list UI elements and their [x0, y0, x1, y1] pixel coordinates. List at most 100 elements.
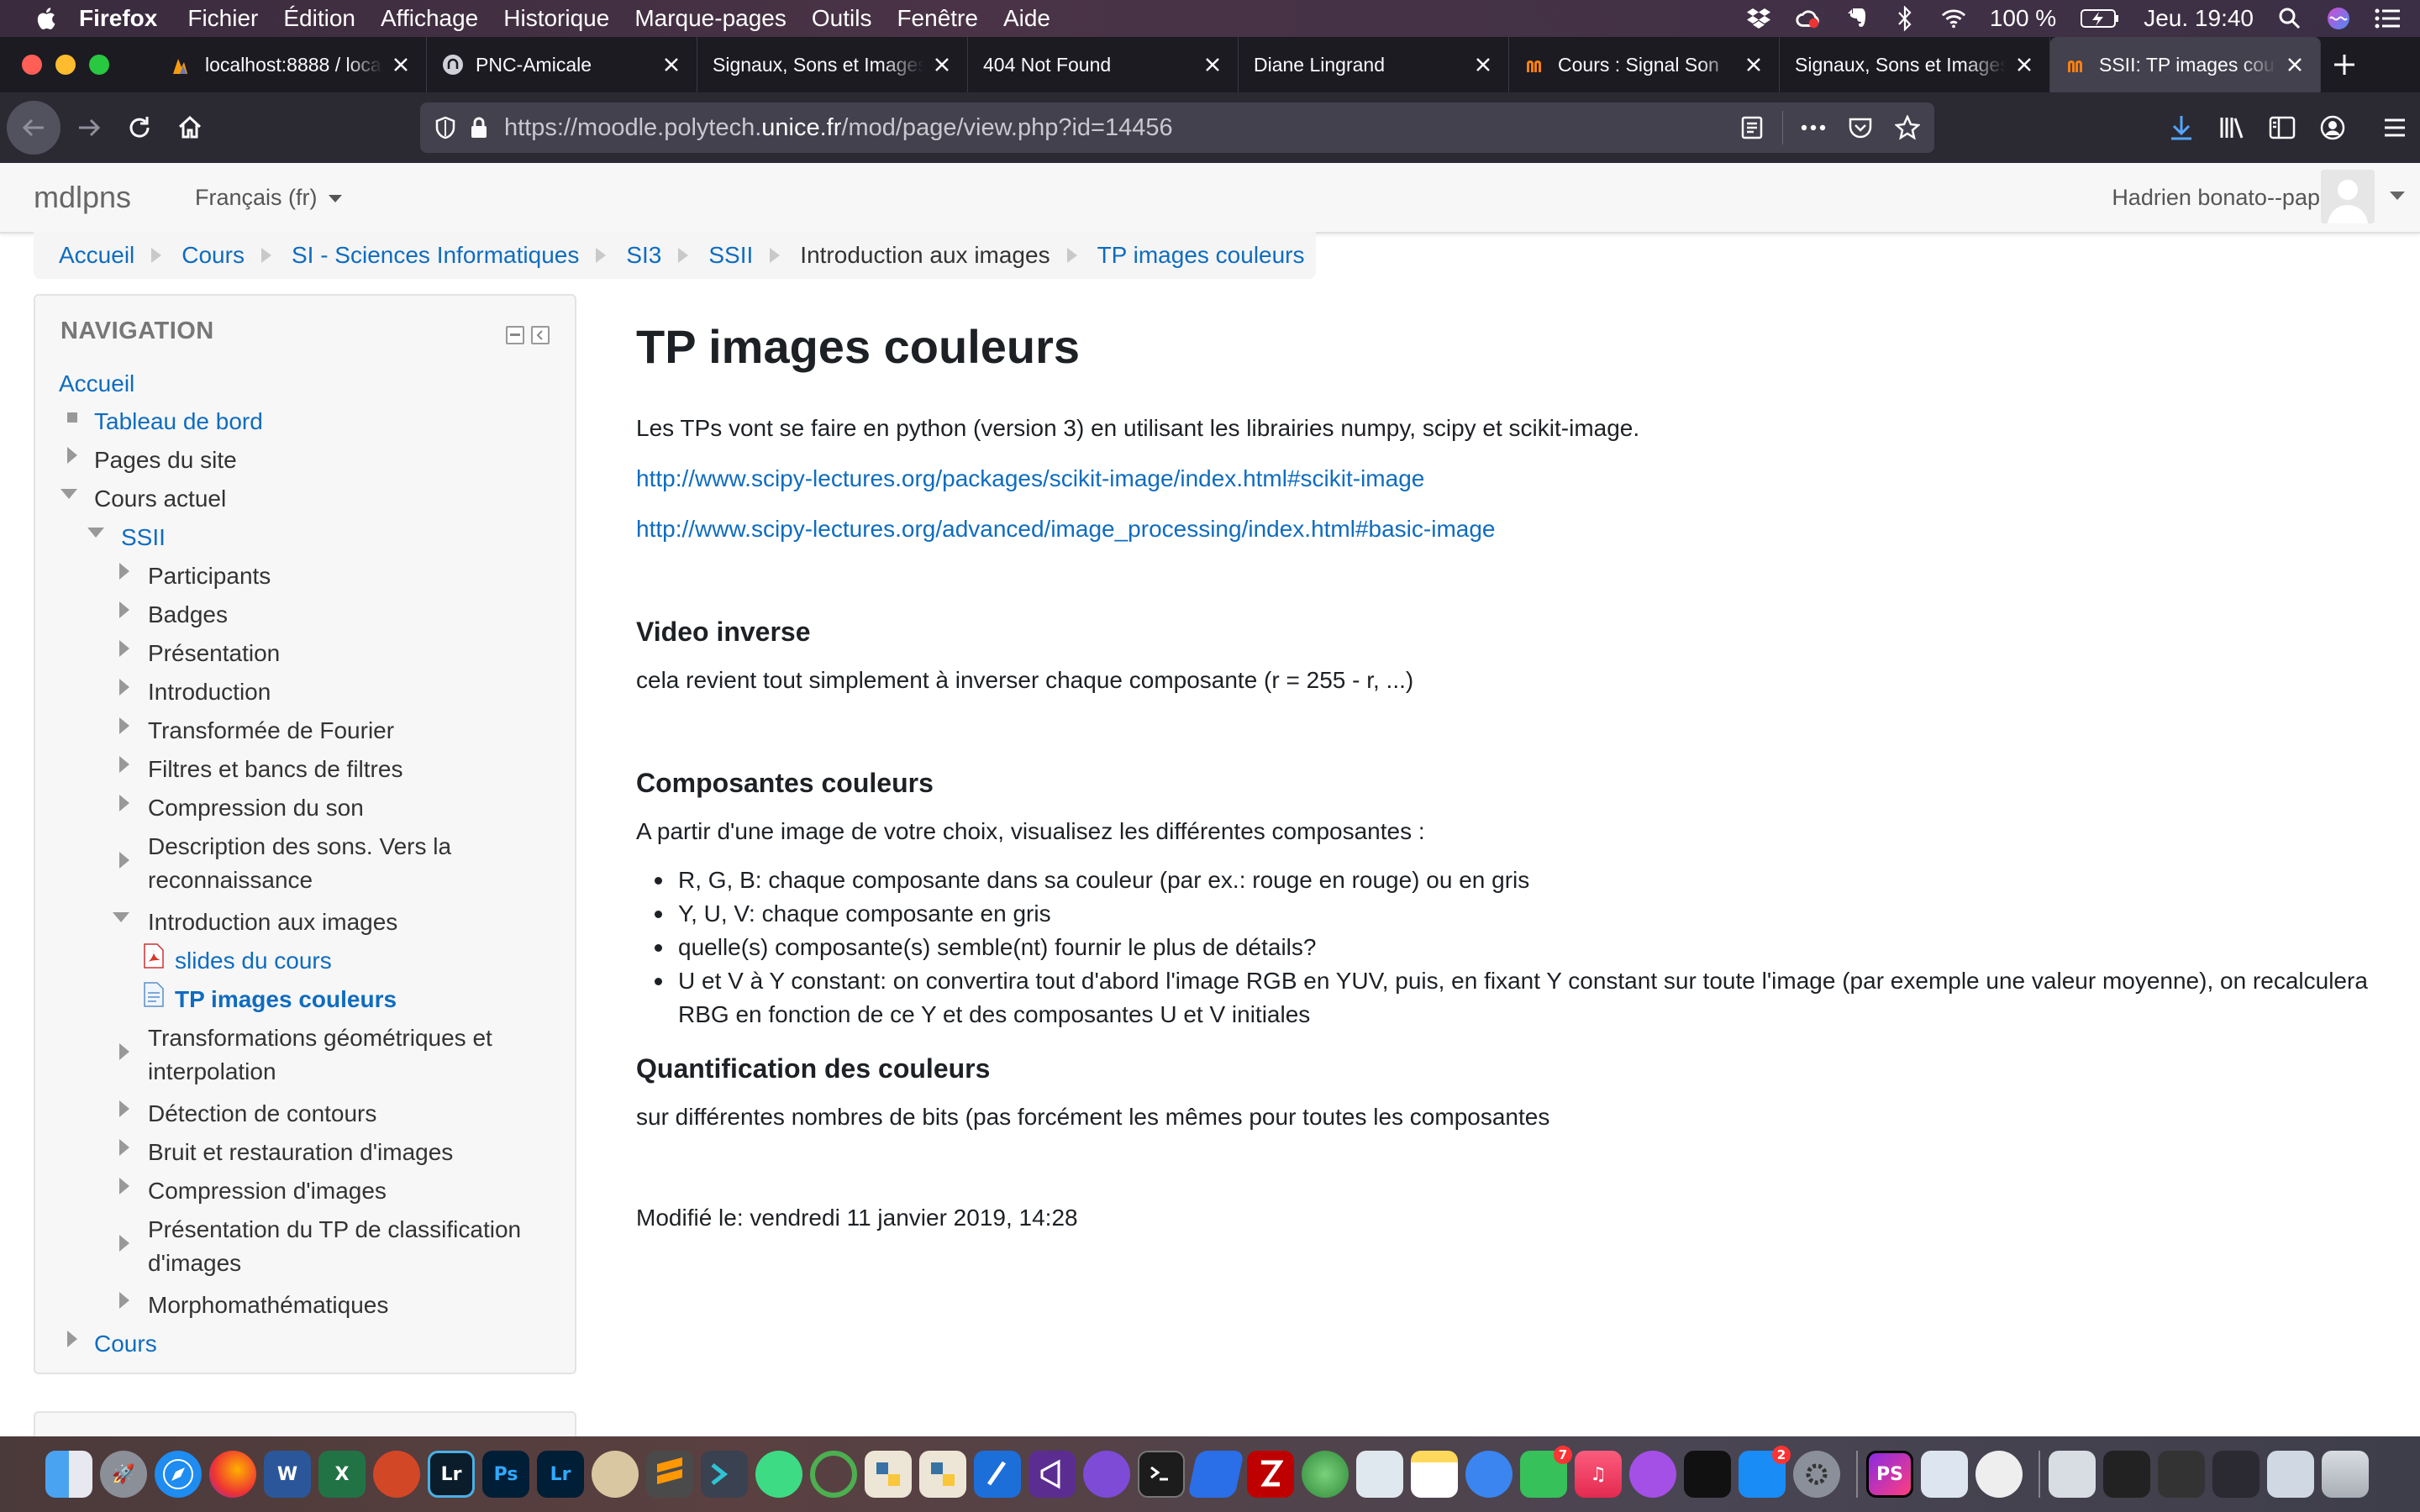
- expand-arrow-icon[interactable]: [64, 445, 81, 465]
- evernote-icon[interactable]: [1844, 6, 1869, 31]
- nav-participants[interactable]: Participants: [148, 559, 271, 593]
- user-menu-caret-icon[interactable]: [2390, 192, 2405, 201]
- expand-arrow-icon[interactable]: [64, 1329, 81, 1349]
- site-brand[interactable]: mdlpns: [34, 180, 131, 215]
- close-window-button[interactable]: [22, 55, 42, 75]
- sublime-text-icon[interactable]: [646, 1451, 693, 1498]
- music-icon[interactable]: ♫: [1575, 1451, 1622, 1498]
- collapse-arrow-icon[interactable]: [87, 522, 104, 543]
- nav-compression-d-images[interactable]: Compression d'images: [148, 1174, 387, 1208]
- expand-arrow-icon[interactable]: [116, 1176, 133, 1196]
- dock-block-icon[interactable]: [531, 326, 550, 344]
- battery-icon[interactable]: [2080, 6, 2120, 31]
- downloads-button[interactable]: [2156, 102, 2207, 153]
- menu-outils[interactable]: Outils: [812, 5, 872, 32]
- app-menu-button[interactable]: [2370, 102, 2420, 153]
- spotlight-icon[interactable]: [2277, 6, 2302, 31]
- apple-tv-icon[interactable]: [1684, 1451, 1731, 1498]
- phpstorm-icon[interactable]: PS: [1866, 1451, 1913, 1498]
- safari-icon[interactable]: [155, 1451, 202, 1498]
- tab-diane-lingrand[interactable]: Diane Lingrand: [1239, 37, 1509, 92]
- nav-tp-images-couleurs[interactable]: TP images couleurs: [175, 983, 397, 1016]
- excel-icon[interactable]: X: [318, 1451, 366, 1498]
- expand-arrow-icon[interactable]: [116, 793, 133, 813]
- nav-transformee-de-fourier[interactable]: Transformée de Fourier: [148, 714, 394, 748]
- tracking-protection-icon[interactable]: [429, 111, 462, 144]
- notification-center-icon[interactable]: [2375, 6, 2400, 31]
- menu-affichage[interactable]: Affichage: [381, 5, 478, 32]
- reload-button[interactable]: [114, 102, 165, 153]
- expand-arrow-icon[interactable]: [116, 638, 133, 659]
- bookmark-star-icon[interactable]: [1891, 111, 1924, 144]
- menubar-clock[interactable]: Jeu. 19:40: [2144, 5, 2254, 32]
- close-tab-icon[interactable]: [932, 55, 952, 75]
- expand-arrow-icon[interactable]: [116, 1137, 133, 1158]
- finder-icon[interactable]: [45, 1451, 92, 1498]
- agent-icon[interactable]: [1975, 1451, 2023, 1498]
- nav-bruit-et-restauration[interactable]: Bruit et restauration d'images: [148, 1136, 453, 1169]
- menu-marque-pages[interactable]: Marque-pages: [634, 5, 786, 32]
- firefox-icon[interactable]: [209, 1451, 256, 1498]
- nav-tableau-de-bord[interactable]: Tableau de bord: [94, 405, 263, 438]
- collapse-arrow-icon[interactable]: [113, 907, 129, 927]
- image-processing-link[interactable]: http://www.scipy-lectures.org/advanced/i…: [636, 516, 1496, 543]
- powerpoint-icon[interactable]: [373, 1451, 420, 1498]
- tab-signaux-sons-images-2[interactable]: Signaux, Sons et Images: [1780, 37, 2050, 92]
- minimized-window-icon[interactable]: [2267, 1451, 2314, 1498]
- system-preferences-icon[interactable]: [1793, 1451, 1840, 1498]
- breadcrumb-si3[interactable]: SI3: [626, 242, 661, 269]
- trash-icon[interactable]: [2322, 1451, 2369, 1498]
- notes-icon[interactable]: [1411, 1451, 1458, 1498]
- zoom-window-button[interactable]: [89, 55, 109, 75]
- close-tab-icon[interactable]: [2285, 55, 2305, 75]
- expand-arrow-icon[interactable]: [116, 561, 133, 581]
- lock-icon[interactable]: [462, 111, 496, 144]
- nav-introduction[interactable]: Introduction: [148, 675, 271, 709]
- menu-historique[interactable]: Historique: [503, 5, 609, 32]
- photoshop-icon[interactable]: Ps: [482, 1451, 529, 1498]
- tab-ssii-tp-images-couleurs[interactable]: SSII: TP images couleurs: [2050, 37, 2321, 92]
- account-button[interactable]: [2307, 102, 2358, 153]
- tab-localhost[interactable]: localhost:8888 / localhost: [156, 37, 427, 92]
- nav-presentation-tp-classification[interactable]: Présentation du TP de classification d'im…: [148, 1213, 521, 1280]
- lightroom-icon[interactable]: Lr: [537, 1451, 584, 1498]
- filezilla-icon[interactable]: [1247, 1451, 1294, 1498]
- word-icon[interactable]: W: [264, 1451, 311, 1498]
- nav-cours[interactable]: Cours: [94, 1327, 157, 1361]
- facetime-icon[interactable]: 7: [1520, 1446, 1572, 1498]
- tab-cours-signal-son[interactable]: Cours : Signal Son: [1509, 37, 1780, 92]
- menu-app-name[interactable]: Firefox: [79, 5, 157, 32]
- expand-arrow-icon[interactable]: [116, 1042, 133, 1062]
- python-launcher-icon[interactable]: [865, 1451, 912, 1498]
- close-tab-icon[interactable]: [1202, 55, 1223, 75]
- breadcrumb-ssii[interactable]: SSII: [708, 242, 753, 269]
- tab-pnc-amicale[interactable]: PNC-Amicale: [427, 37, 697, 92]
- launchpad-icon[interactable]: 🚀: [100, 1451, 147, 1498]
- dropbox-icon[interactable]: [1746, 6, 1771, 31]
- nav-accueil[interactable]: Accueil: [59, 367, 134, 401]
- minimized-window-icon[interactable]: [2158, 1451, 2205, 1498]
- expand-arrow-icon[interactable]: [116, 1233, 133, 1253]
- menu-aide[interactable]: Aide: [1003, 5, 1050, 32]
- nav-compression-du-son[interactable]: Compression du son: [148, 791, 364, 825]
- menu-edition[interactable]: Édition: [283, 5, 355, 32]
- nav-pages-du-site[interactable]: Pages du site: [94, 444, 237, 477]
- menu-fenetre[interactable]: Fenêtre: [897, 5, 978, 32]
- flow-icon[interactable]: [1187, 1451, 1244, 1498]
- library-button[interactable]: [2207, 102, 2257, 153]
- close-tab-icon[interactable]: [1473, 55, 1493, 75]
- expand-arrow-icon[interactable]: [116, 600, 133, 620]
- nav-cours-actuel[interactable]: Cours actuel: [94, 482, 226, 516]
- close-tab-icon[interactable]: [1744, 55, 1764, 75]
- minimized-window-icon[interactable]: [2049, 1451, 2096, 1498]
- nav-ssii[interactable]: SSII: [121, 521, 166, 554]
- home-button[interactable]: [165, 102, 215, 153]
- minimize-window-button[interactable]: [55, 55, 76, 75]
- messages-icon[interactable]: [1465, 1451, 1512, 1498]
- url-bar[interactable]: https://moodle.polytech.unice.fr/mod/pag…: [420, 102, 1934, 153]
- nav-morphomathematiques[interactable]: Morphomathématiques: [148, 1289, 388, 1322]
- bluetooth-icon[interactable]: [1892, 6, 1918, 31]
- minimized-window-icon[interactable]: [2212, 1451, 2260, 1498]
- close-tab-icon[interactable]: [661, 55, 681, 75]
- nav-badges[interactable]: Badges: [148, 598, 228, 632]
